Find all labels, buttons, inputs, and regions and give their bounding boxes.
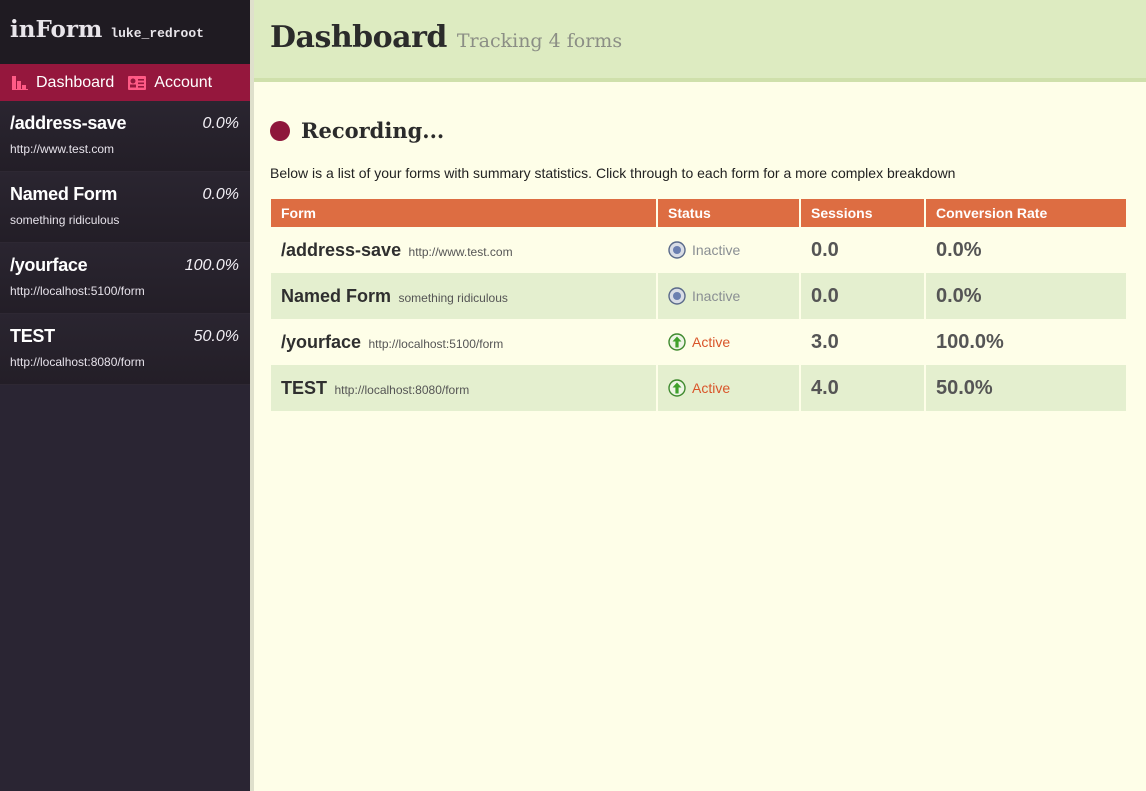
status-cell: Inactive <box>657 227 801 273</box>
conversion-value: 0.0% <box>936 284 982 307</box>
form-cell[interactable]: /yourface http://localhost:5100/form <box>271 319 658 365</box>
status-label: Inactive <box>692 288 741 304</box>
sessions-value: 3.0 <box>811 330 839 353</box>
sessions-value: 4.0 <box>811 376 839 399</box>
username: luke_redroot <box>110 26 204 41</box>
up-arrow-circle-icon <box>668 333 686 351</box>
conversion-cell: 0.0% <box>925 273 1126 319</box>
inactive-circle-icon <box>668 241 686 259</box>
form-cell[interactable]: /address-save http://www.test.com <box>271 227 658 273</box>
sidebar-form-rate: 100.0% <box>184 257 239 274</box>
page-header: Dashboard Tracking 4 forms <box>254 0 1146 82</box>
status-label: Inactive <box>692 242 741 258</box>
sidebar-form-url: something ridiculous <box>10 213 120 227</box>
sidebar-form-item[interactable]: /yourface 100.0% http://localhost:5100/f… <box>0 243 250 314</box>
nav-account-label: Account <box>154 73 213 91</box>
form-url: http://localhost:5100/form <box>368 336 504 351</box>
sessions-cell: 0.0 <box>800 227 926 273</box>
form-url: http://www.test.com <box>408 244 513 259</box>
sidebar-form-rate: 0.0% <box>202 186 239 203</box>
conversion-value: 100.0% <box>936 330 1004 353</box>
sidebar-form-rate: 50.0% <box>193 328 239 345</box>
status-cell: Active <box>657 365 801 411</box>
sidebar-form-rate: 0.0% <box>202 115 239 132</box>
status-cell: Inactive <box>657 273 801 319</box>
sidebar: inForm luke_redroot Dashboard Account /a… <box>0 0 250 791</box>
table-row[interactable]: TEST http://localhost:8080/form Active 4… <box>271 365 1126 411</box>
id-card-icon <box>128 75 147 90</box>
page-subtitle: Tracking 4 forms <box>456 30 623 52</box>
status-cell: Active <box>657 319 801 365</box>
sidebar-form-item[interactable]: Named Form 0.0% something ridiculous <box>0 172 250 243</box>
form-url: http://localhost:8080/form <box>334 382 470 397</box>
page-title: Dashboard <box>270 20 447 55</box>
table-row[interactable]: /yourface http://localhost:5100/form Act… <box>271 319 1126 365</box>
record-dot-icon <box>270 120 290 141</box>
column-header-form[interactable]: Form <box>271 199 658 227</box>
sessions-value: 0.0 <box>811 284 839 307</box>
sidebar-form-item[interactable]: TEST 50.0% http://localhost:8080/form <box>0 314 250 385</box>
sidebar-form-url: http://www.test.com <box>10 142 115 156</box>
nav-dashboard[interactable]: Dashboard <box>12 74 114 92</box>
status-label: Active <box>692 380 731 396</box>
form-name-link[interactable]: Named Form <box>281 286 391 306</box>
sidebar-form-item[interactable]: /address-save 0.0% http://www.test.com <box>0 101 250 172</box>
brand: inForm luke_redroot <box>0 0 250 64</box>
column-header-status[interactable]: Status <box>657 199 801 227</box>
conversion-cell: 0.0% <box>925 227 1126 273</box>
conversion-value: 50.0% <box>936 376 993 399</box>
table-row[interactable]: /address-save http://www.test.com Inacti… <box>271 227 1126 273</box>
inactive-circle-icon <box>668 287 686 305</box>
conversion-value: 0.0% <box>936 238 982 261</box>
up-arrow-circle-icon <box>668 379 686 397</box>
app-name[interactable]: inForm <box>10 16 102 43</box>
form-cell[interactable]: TEST http://localhost:8080/form <box>271 365 658 411</box>
table-header-row: Form Status Sessions Conversion Rate <box>271 199 1126 227</box>
table-row[interactable]: Named Form something ridiculous Inactive… <box>271 273 1126 319</box>
recording-indicator: Recording... <box>270 118 444 143</box>
forms-table: Form Status Sessions Conversion Rate /ad… <box>271 199 1126 411</box>
sidebar-form-list: /address-save 0.0% http://www.test.com N… <box>0 101 250 385</box>
main-nav: Dashboard Account <box>0 64 250 101</box>
bar-chart-icon <box>12 75 28 90</box>
sessions-cell: 4.0 <box>800 365 926 411</box>
conversion-cell: 100.0% <box>925 319 1126 365</box>
intro-text: Below is a list of your forms with summa… <box>270 165 956 181</box>
sidebar-form-url: http://localhost:5100/form <box>10 284 145 298</box>
conversion-cell: 50.0% <box>925 365 1126 411</box>
sessions-cell: 0.0 <box>800 273 926 319</box>
nav-dashboard-label: Dashboard <box>36 73 115 91</box>
form-name-link[interactable]: /yourface <box>281 332 361 352</box>
sidebar-divider <box>250 0 254 791</box>
recording-label: Recording... <box>301 118 445 143</box>
status-label: Active <box>692 334 731 350</box>
column-header-sessions[interactable]: Sessions <box>800 199 926 227</box>
form-name-link[interactable]: TEST <box>281 378 327 398</box>
nav-account[interactable]: Account <box>128 74 212 92</box>
column-header-conversion-rate[interactable]: Conversion Rate <box>925 199 1126 227</box>
form-url: something ridiculous <box>398 290 508 305</box>
sessions-cell: 3.0 <box>800 319 926 365</box>
form-cell[interactable]: Named Form something ridiculous <box>271 273 658 319</box>
sidebar-form-url: http://localhost:8080/form <box>10 355 145 369</box>
form-name-link[interactable]: /address-save <box>281 240 401 260</box>
sessions-value: 0.0 <box>811 238 839 261</box>
